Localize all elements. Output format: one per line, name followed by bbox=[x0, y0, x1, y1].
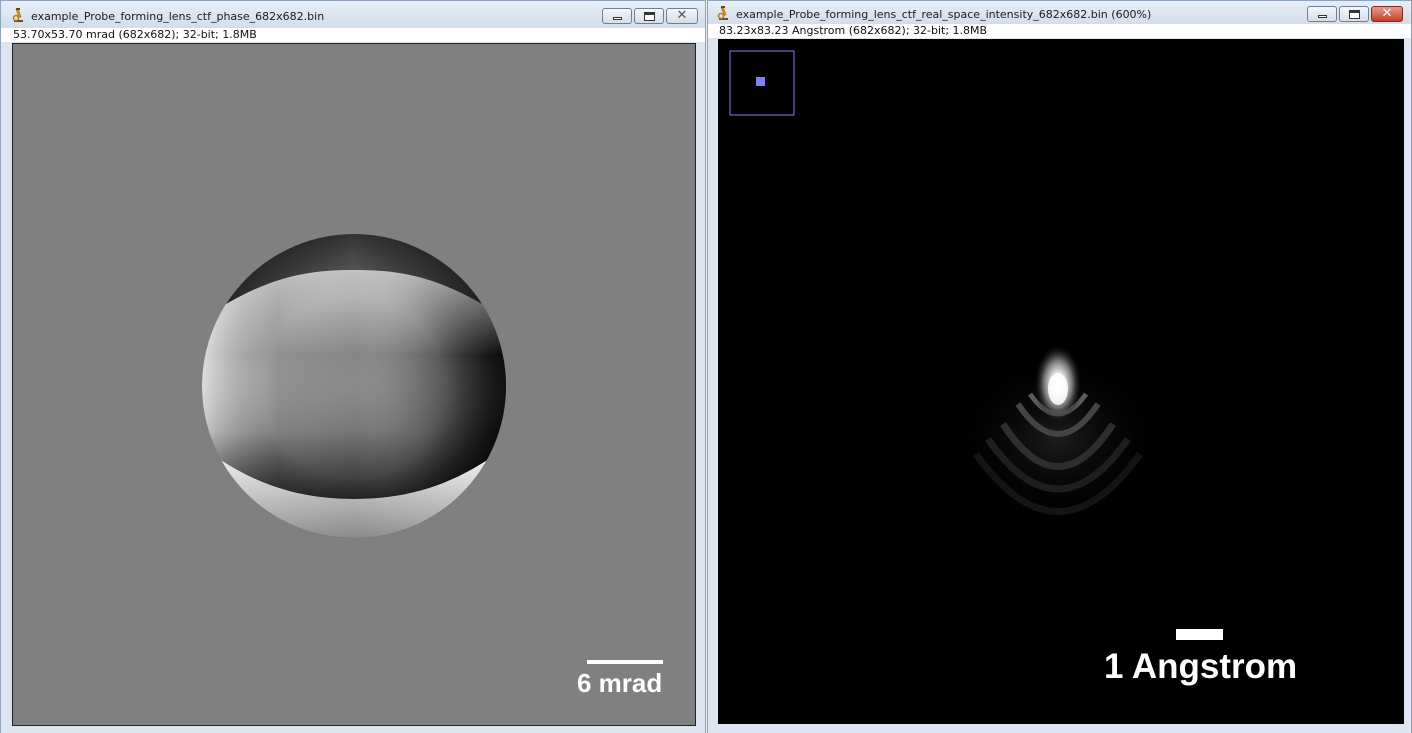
phase-image-window[interactable]: example_Probe_forming_lens_ctf_phase_682… bbox=[0, 0, 706, 733]
close-button[interactable]: ✕ bbox=[666, 8, 698, 24]
close-icon: ✕ bbox=[676, 8, 688, 23]
aperture-disk bbox=[202, 234, 506, 538]
close-icon: ✕ bbox=[1381, 6, 1393, 21]
window-title: example_Probe_forming_lens_ctf_real_spac… bbox=[736, 8, 1152, 21]
phase-image-canvas[interactable]: 6 mrad bbox=[12, 43, 696, 726]
image-info-text: 53.70x53.70 mrad (682x682); 32-bit; 1.8M… bbox=[13, 28, 257, 41]
maximize-button[interactable] bbox=[634, 8, 664, 24]
image-info-bar: 83.23x83.23 Angstrom (682x682); 32-bit; … bbox=[708, 24, 1411, 38]
maximize-icon bbox=[1349, 10, 1360, 19]
microscope-icon[interactable] bbox=[11, 7, 25, 23]
image-info-text: 83.23x83.23 Angstrom (682x682); 32-bit; … bbox=[719, 24, 988, 37]
maximize-icon bbox=[644, 12, 655, 21]
intensity-image-canvas[interactable]: 1 Angstrom bbox=[718, 39, 1404, 724]
title-bar[interactable]: example_Probe_forming_lens_ctf_real_spac… bbox=[708, 1, 1411, 25]
minimize-button[interactable] bbox=[602, 8, 632, 24]
window-title: example_Probe_forming_lens_ctf_phase_682… bbox=[31, 10, 325, 23]
scale-bar-label: 1 Angstrom bbox=[1104, 647, 1298, 686]
image-info-bar: 53.70x53.70 mrad (682x682); 32-bit; 1.8M… bbox=[1, 28, 705, 42]
scale-bar bbox=[1176, 629, 1223, 640]
intensity-image-window[interactable]: example_Probe_forming_lens_ctf_real_spac… bbox=[707, 0, 1412, 733]
phase-image bbox=[13, 44, 695, 725]
minimize-button[interactable] bbox=[1307, 6, 1337, 22]
close-button[interactable]: ✕ bbox=[1371, 6, 1403, 22]
intensity-image bbox=[718, 39, 1404, 724]
maximize-button[interactable] bbox=[1339, 6, 1369, 22]
minimize-icon bbox=[613, 17, 622, 20]
navigator-view-indicator[interactable] bbox=[756, 77, 765, 86]
title-bar[interactable]: example_Probe_forming_lens_ctf_phase_682… bbox=[1, 1, 705, 29]
minimize-icon bbox=[1318, 15, 1327, 18]
microscope-icon[interactable] bbox=[716, 5, 730, 21]
scale-bar bbox=[587, 660, 663, 664]
scale-bar-label: 6 mrad bbox=[577, 668, 663, 698]
